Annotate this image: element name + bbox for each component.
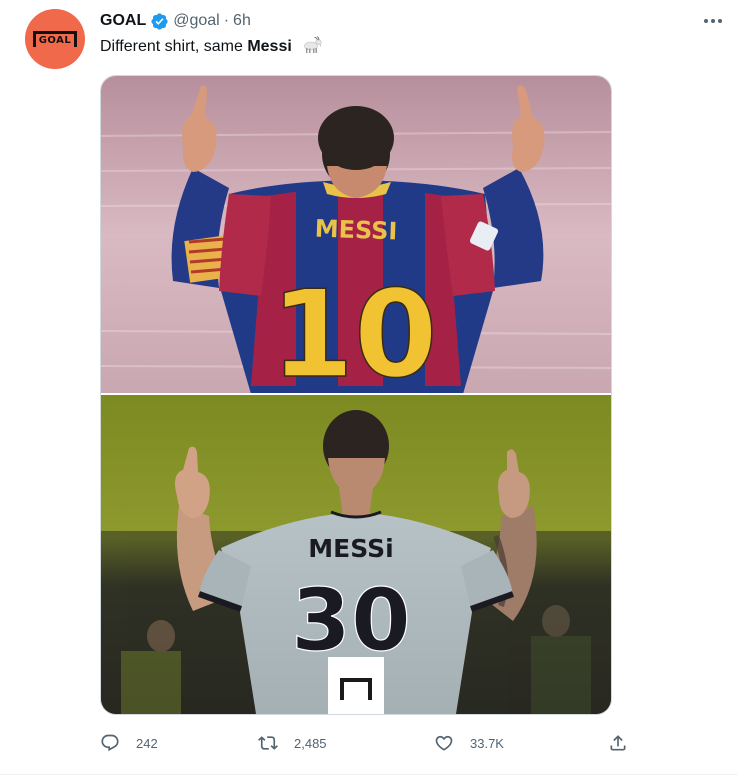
tweet-timestamp[interactable]: 6h <box>233 12 251 30</box>
retweet-icon <box>258 736 278 750</box>
share-button[interactable] <box>608 731 628 755</box>
like-button[interactable]: 33.7K <box>434 731 504 755</box>
heart-icon <box>435 735 453 751</box>
tweet-card[interactable]: GOAL GOAL @goal · 6h Different shirt, sa… <box>0 0 738 775</box>
header-separator: · <box>223 12 230 29</box>
goal-watermark <box>328 657 384 714</box>
tweet-text-bold: Messi <box>247 38 292 55</box>
bottom-shirt-number: 30 <box>291 571 411 671</box>
account-name[interactable]: GOAL <box>100 12 146 30</box>
top-photo-barcelona: MESSI 10 <box>101 76 611 406</box>
tweet-header: GOAL @goal · 6h <box>100 10 251 32</box>
reply-icon <box>101 734 119 752</box>
avatar[interactable]: GOAL <box>25 9 85 69</box>
tweet-text: Different shirt, same Messi <box>100 36 322 58</box>
tweet-media[interactable]: MESSI 10 MESSi 30 <box>100 75 612 715</box>
top-shirt-name: MESSI <box>314 215 398 246</box>
reply-button[interactable]: 242 <box>100 731 158 755</box>
tweet-actions: 242 2,485 33.7K <box>100 731 630 755</box>
tweet-text-plain: Different shirt, same <box>100 38 248 55</box>
more-options-icon[interactable] <box>700 10 726 32</box>
share-icon <box>610 735 626 751</box>
goat-emoji-icon <box>304 36 322 53</box>
verified-badge-icon <box>151 12 168 30</box>
bottom-shirt-name: MESSi <box>308 534 393 563</box>
reply-count: 242 <box>136 735 158 751</box>
account-handle[interactable]: @goal <box>173 12 220 30</box>
top-shirt-number: 10 <box>271 266 438 405</box>
avatar-logo-text: GOAL <box>38 34 72 46</box>
goal-logo: GOAL <box>33 31 77 47</box>
retweet-button[interactable]: 2,485 <box>258 731 327 755</box>
like-count: 33.7K <box>470 735 504 751</box>
retweet-count: 2,485 <box>294 735 327 751</box>
